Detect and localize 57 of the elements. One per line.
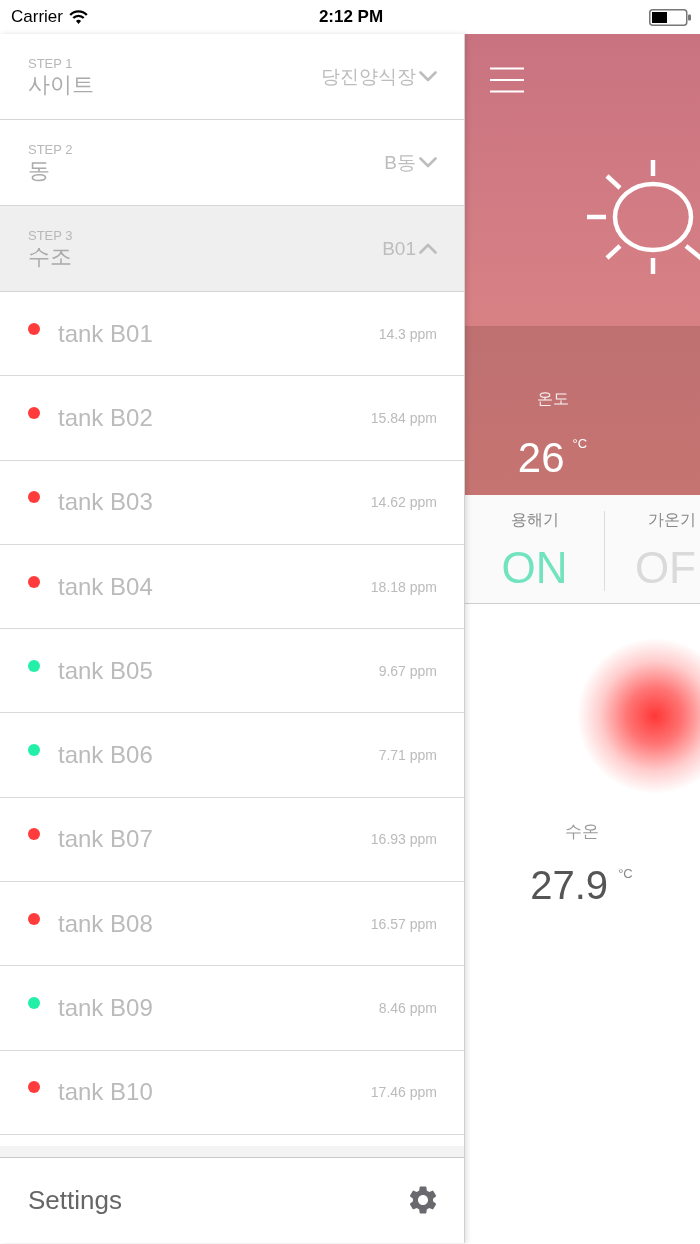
- step-label: STEP 1: [28, 55, 74, 72]
- tank-list-item[interactable]: tank B01 14.3 ppm: [0, 292, 464, 377]
- tank-list-item[interactable]: tank B08 16.57 ppm: [0, 882, 464, 967]
- tank-name: tank B05: [58, 656, 153, 685]
- step-label: STEP 2: [28, 141, 73, 158]
- menu-icon[interactable]: [490, 67, 524, 93]
- selected-value: B동: [384, 150, 416, 175]
- settings-item[interactable]: Settings: [0, 1157, 464, 1243]
- water-temperature-unit: °C: [618, 866, 633, 883]
- tank-reading: 18.18 ppm: [370, 578, 437, 595]
- tank-name: tank B01: [58, 319, 153, 348]
- temperature-unit: °C: [572, 436, 588, 453]
- settings-icon: [409, 1186, 437, 1215]
- tank-name: tank B10: [58, 1078, 153, 1107]
- tank-reading: 15.84 ppm: [370, 409, 437, 426]
- device-label: 용해기: [510, 511, 559, 529]
- carrier-label: Carrier: [11, 7, 63, 27]
- tank-name: tank B08: [58, 909, 153, 938]
- tank-reading: 16.93 ppm: [370, 831, 437, 848]
- temperature-label: 온도: [536, 389, 569, 409]
- wifi-icon: [68, 10, 88, 24]
- tank-list-item[interactable]: tank B05 9.67 ppm: [0, 629, 464, 714]
- tank-name: tank B04: [58, 572, 153, 601]
- tank-name: tank B02: [58, 403, 153, 432]
- tank-name: tank B09: [58, 994, 153, 1022]
- selected-value: 당진양식장: [321, 64, 416, 89]
- tank-reading: 14.3 ppm: [378, 325, 437, 342]
- tank-reading: 14.62 ppm: [370, 494, 437, 511]
- tank-list-item[interactable]: tank B06 7.71 ppm: [0, 713, 464, 798]
- tank-reading: 16.57 ppm: [370, 915, 437, 932]
- step-title: 사이트: [28, 71, 94, 98]
- sun-icon: [585, 158, 700, 275]
- tank-list-item[interactable]: tank B09 8.46 ppm: [0, 966, 464, 1051]
- step-title: 동: [28, 157, 51, 184]
- tank-reading: 17.46 ppm: [370, 1084, 437, 1101]
- tank-list-item[interactable]: tank B10 17.46 ppm: [0, 1050, 464, 1135]
- tank-name: tank B06: [58, 741, 153, 770]
- temperature-value: 26: [517, 434, 565, 482]
- tank-list-item[interactable]: tank B07 16.93 ppm: [0, 797, 464, 883]
- tank-reading: 9.67 ppm: [378, 662, 437, 679]
- step-selector[interactable]: STEP 1 사이트 당진양식장: [0, 34, 464, 120]
- tank-list-item[interactable]: tank B04 18.18 ppm: [0, 544, 464, 630]
- settings-label: Settings: [28, 1184, 122, 1216]
- step-title: 수조: [28, 243, 73, 270]
- device-label: 가온기: [648, 511, 696, 529]
- tank-name: tank B07: [58, 825, 153, 854]
- tank-reading: 8.46 ppm: [378, 1000, 437, 1016]
- water-temperature-value: 27.9: [530, 862, 609, 908]
- tank-list-item[interactable]: tank B02 15.84 ppm: [0, 376, 464, 461]
- tank-name: tank B03: [58, 488, 153, 517]
- step-selector[interactable]: STEP 2 동 B동: [0, 120, 464, 206]
- tank-list-item[interactable]: tank B03 14.62 ppm: [0, 460, 464, 545]
- battery-icon: [649, 8, 691, 26]
- device-state: ON: [501, 544, 568, 592]
- tank-reading: 7.71 ppm: [378, 747, 437, 764]
- time-label: 2:12 PM: [318, 7, 384, 27]
- water-temperature-label: 수온: [564, 822, 599, 842]
